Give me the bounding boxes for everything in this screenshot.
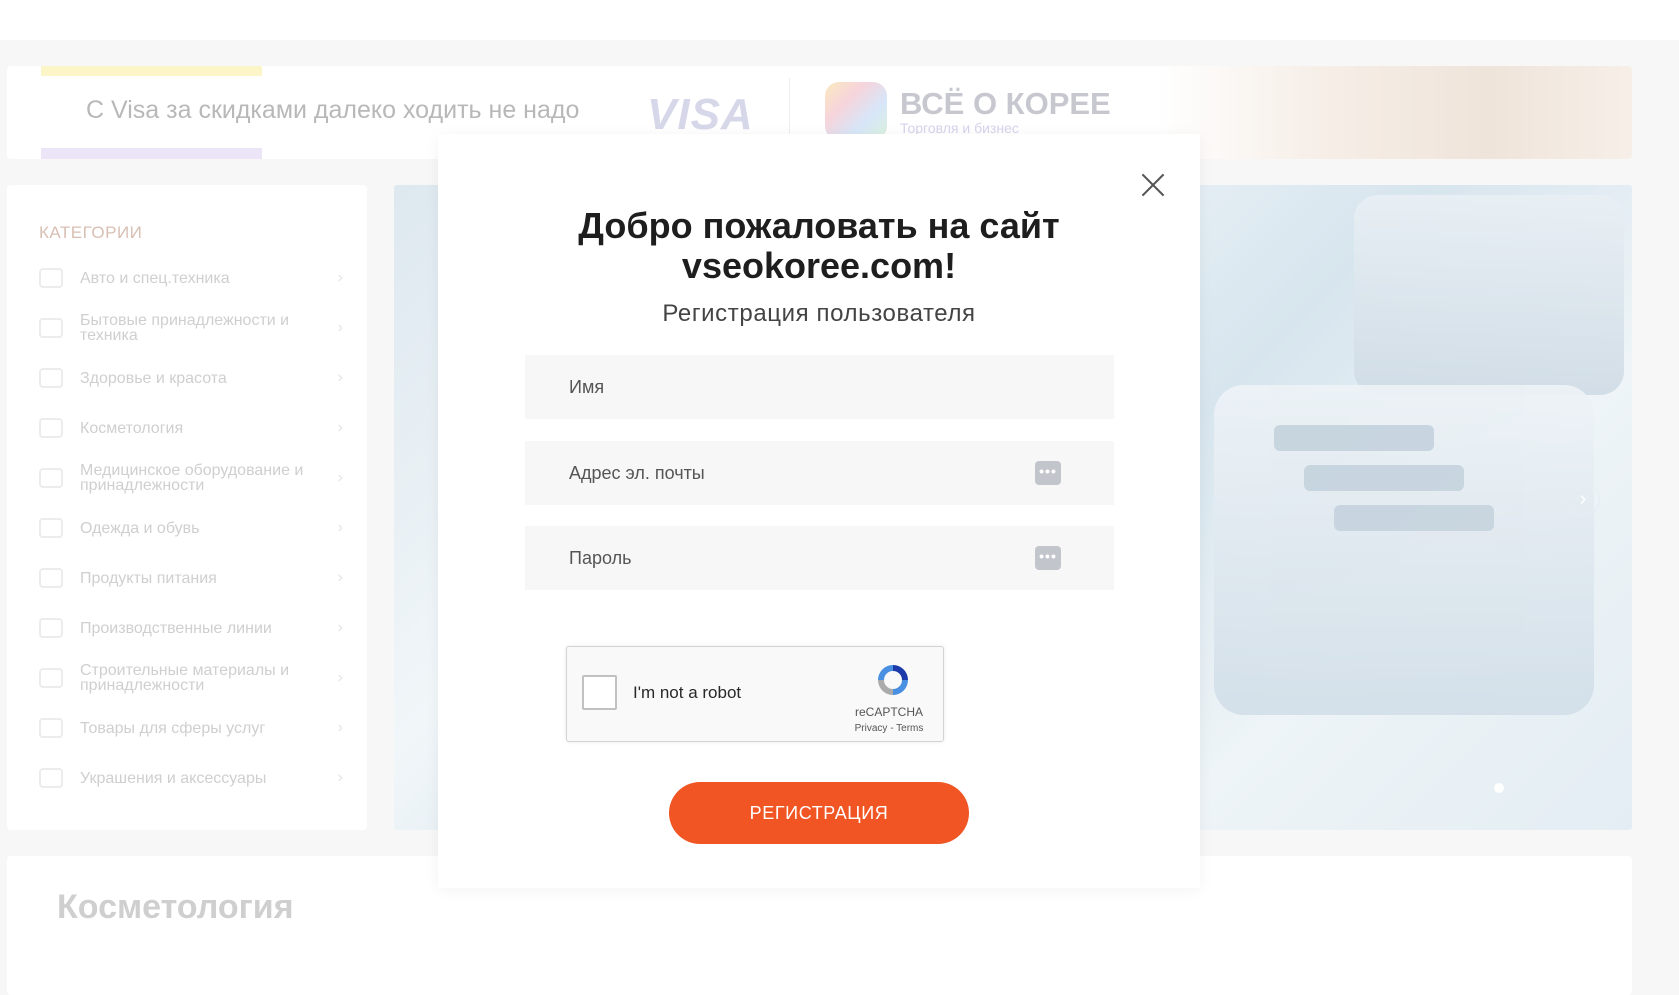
slider-next-arrow-icon[interactable]: ›: [1566, 482, 1600, 516]
chevron-right-icon: ›: [337, 719, 343, 736]
registration-modal: Добро пожаловать на сайт vseokoree.com! …: [438, 134, 1200, 888]
category-item-construction[interactable]: Строительные материалы и принадлежности ›: [7, 653, 367, 703]
food-icon: [39, 568, 63, 588]
categories-list: Авто и спец.техника › Бытовые принадлежно…: [7, 253, 367, 803]
category-label: Здоровье и красота: [80, 369, 227, 387]
washing-machine-icon: [39, 318, 63, 338]
password-manager-icon[interactable]: •••: [1035, 546, 1061, 570]
category-item-services[interactable]: Товары для сферы услуг ›: [7, 703, 367, 753]
top-header-bar: [0, 0, 1679, 40]
site-logo-title: ВСЁ О КОРЕЕ: [900, 86, 1111, 121]
toaster-slot: [1334, 505, 1494, 531]
cosmetics-icon: [39, 418, 63, 438]
category-label: Строительные материалы и принадлежности: [80, 662, 290, 694]
modal-subtitle: Регистрация пользователя: [662, 300, 976, 327]
clothes-icon: [39, 518, 63, 538]
chevron-right-icon: ›: [337, 569, 343, 586]
register-button[interactable]: РЕГИСТРАЦИЯ: [669, 782, 969, 844]
category-label: Товары для сферы услуг: [80, 719, 266, 737]
modal-title: Добро пожаловать на сайт vseokoree.com!: [438, 206, 1200, 286]
jewelry-icon: [39, 768, 63, 788]
recaptcha-logo-icon: [878, 665, 908, 695]
category-item-medical[interactable]: Медицинское оборудование и принадлежност…: [7, 453, 367, 503]
chevron-right-icon: ›: [337, 369, 343, 386]
password-input[interactable]: [525, 526, 1114, 590]
banner-toaster-image: [1214, 385, 1594, 715]
name-input[interactable]: [525, 355, 1114, 419]
categories-title: КАТЕГОРИИ: [39, 223, 143, 242]
chevron-right-icon: ›: [337, 519, 343, 536]
chevron-right-icon: ›: [337, 669, 343, 686]
factory-icon: [39, 618, 63, 638]
recaptcha-widget: I'm not a robot reCAPTCHA Privacy - Term…: [566, 646, 944, 742]
category-item-production-lines[interactable]: Производственные линии ›: [7, 603, 367, 653]
visa-logo: VISA: [647, 90, 754, 139]
car-icon: [39, 268, 63, 288]
category-item-household[interactable]: Бытовые принадлежности и техника ›: [7, 303, 367, 353]
password-field-wrapper: •••: [525, 526, 1114, 590]
category-label: Медицинское оборудование и принадлежност…: [80, 462, 304, 494]
chevron-right-icon: ›: [337, 319, 343, 336]
category-item-food[interactable]: Продукты питания ›: [7, 553, 367, 603]
construction-icon: [39, 668, 63, 688]
promo-stripe-bottom: [41, 148, 262, 159]
category-item-auto[interactable]: Авто и спец.техника ›: [7, 253, 367, 303]
categories-sidebar: КАТЕГОРИИ Авто и спец.техника › Бытовые п…: [7, 185, 367, 830]
chevron-right-icon: ›: [337, 619, 343, 636]
name-field-wrapper: [525, 355, 1114, 419]
category-label: Производственные линии: [80, 619, 272, 637]
email-input[interactable]: [525, 441, 1114, 505]
toaster-slot: [1274, 425, 1434, 451]
close-icon[interactable]: [1138, 170, 1168, 200]
recaptcha-checkbox[interactable]: [582, 675, 617, 710]
recaptcha-label: I'm not a robot: [633, 683, 742, 702]
chevron-right-icon: ›: [337, 469, 343, 486]
category-label: Украшения и аксессуары: [80, 769, 267, 787]
chevron-right-icon: ›: [337, 769, 343, 786]
category-item-clothes[interactable]: Одежда и обувь ›: [7, 503, 367, 553]
category-label: Продукты питания: [80, 569, 217, 587]
category-label: Косметология: [80, 419, 184, 437]
promo-stripe-top: [41, 66, 262, 76]
slider-dot[interactable]: [1494, 783, 1504, 793]
promo-photo: [1157, 66, 1632, 159]
recaptcha-terms-link[interactable]: Privacy - Terms: [837, 723, 941, 734]
email-field-wrapper: •••: [525, 441, 1114, 505]
services-icon: [39, 718, 63, 738]
category-item-jewelry[interactable]: Украшения и аксессуары ›: [7, 753, 367, 803]
category-label: Авто и спец.техника: [80, 269, 230, 287]
medical-icon: [39, 468, 63, 488]
category-item-health[interactable]: Здоровье и красота ›: [7, 353, 367, 403]
chevron-right-icon: ›: [337, 269, 343, 286]
site-logo-icon: [825, 82, 887, 140]
modal-title-line1: Добро пожаловать на сайт: [578, 205, 1060, 246]
category-label: Одежда и обувь: [80, 519, 200, 537]
category-item-cosmetology[interactable]: Косметология ›: [7, 403, 367, 453]
password-manager-icon[interactable]: •••: [1035, 461, 1061, 485]
toaster-slot: [1304, 465, 1464, 491]
promo-text: С Visa за скидками далеко ходить не надо: [86, 96, 580, 124]
recaptcha-brand: reCAPTCHA: [854, 705, 923, 719]
section-title: Косметология: [57, 888, 294, 926]
banner-toaster-image: [1354, 195, 1624, 395]
chevron-right-icon: ›: [337, 419, 343, 436]
category-label: Бытовые принадлежности и техника: [80, 312, 290, 344]
modal-title-line2: vseokoree.com!: [681, 245, 957, 286]
spa-icon: [39, 368, 63, 388]
